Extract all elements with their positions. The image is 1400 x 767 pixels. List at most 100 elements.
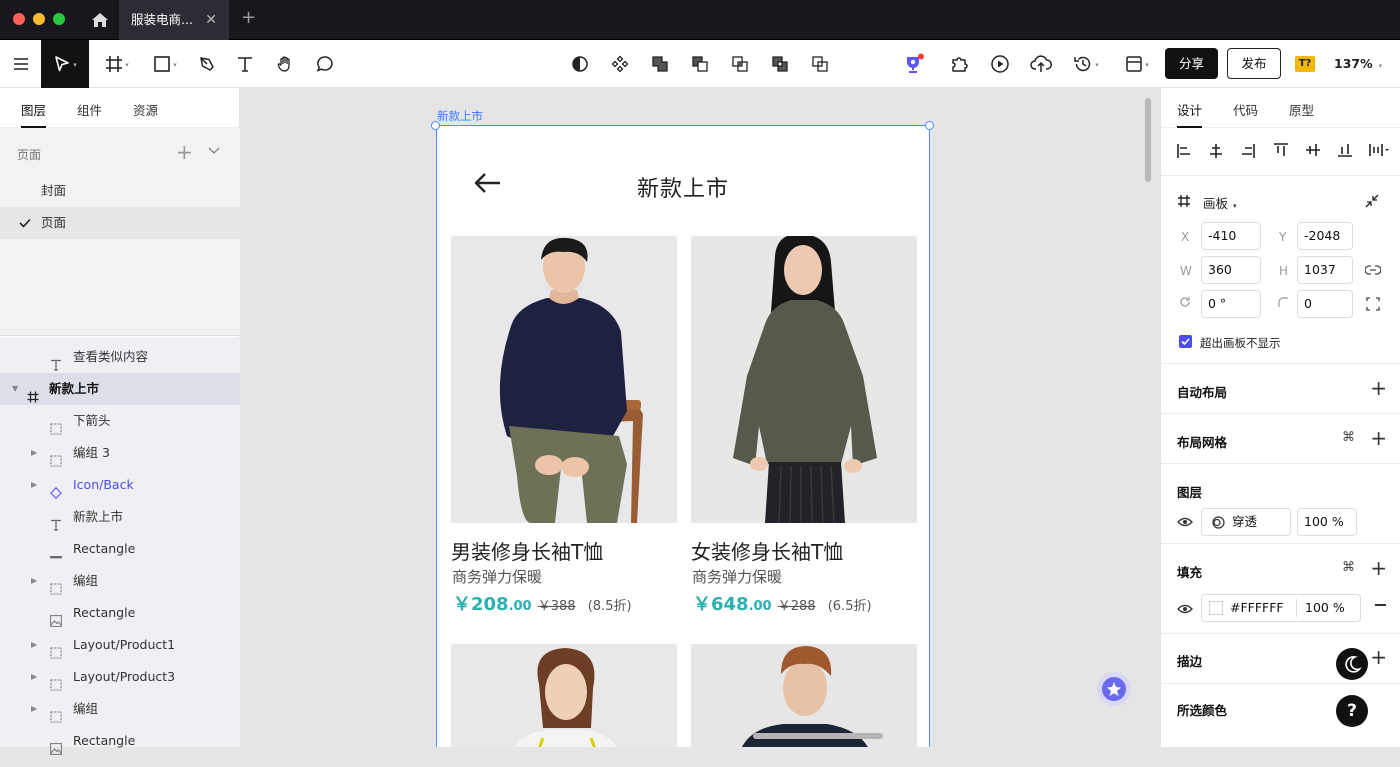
y-input[interactable]: -2048 <box>1297 222 1353 250</box>
flatten-button[interactable] <box>809 40 831 88</box>
add-stroke-icon[interactable]: + <box>1370 647 1387 667</box>
document-tab[interactable]: 服装电商... ✕ <box>119 0 229 40</box>
layer-opacity-input[interactable]: 100 % <box>1297 508 1357 536</box>
clip-content-checkbox[interactable] <box>1179 335 1192 348</box>
new-tab-icon[interactable]: + <box>241 7 256 28</box>
layer-row[interactable]: Rectangle <box>0 725 240 757</box>
tab-layers[interactable]: 图层 <box>21 100 47 128</box>
layer-row[interactable]: Rectangle <box>0 533 240 565</box>
add-auto-layout-icon[interactable]: + <box>1370 378 1387 398</box>
align-left-icon[interactable] <box>1177 143 1191 159</box>
layer-row[interactable]: ▼ 新款上市 <box>0 373 240 405</box>
home-icon[interactable] <box>90 10 110 30</box>
layout-view-button[interactable]: ▾ <box>1120 40 1154 88</box>
layer-row[interactable]: 下箭头 <box>0 405 240 437</box>
tab-design[interactable]: 设计 <box>1177 100 1203 128</box>
plugins-button[interactable] <box>949 40 971 88</box>
boolean-subtract-button[interactable] <box>689 40 711 88</box>
resize-handle[interactable] <box>431 121 440 130</box>
resize-handle[interactable] <box>925 121 934 130</box>
upload-button[interactable] <box>1029 40 1053 88</box>
corner-radius-input[interactable]: 0 <box>1297 290 1353 318</box>
comment-tool-button[interactable] <box>314 40 336 88</box>
frame-tool-button[interactable]: ▾ <box>100 40 134 88</box>
boolean-exclude-button[interactable] <box>769 40 791 88</box>
blend-mode-select[interactable]: 穿透 <box>1201 508 1291 536</box>
pen-tool-button[interactable] <box>196 40 218 88</box>
add-fill-icon[interactable]: + <box>1370 558 1387 578</box>
publish-button[interactable]: 发布 <box>1227 48 1281 79</box>
layer-row[interactable]: 新款上市 <box>0 501 240 533</box>
rotation-input[interactable]: 0 ° <box>1201 290 1261 318</box>
collapse-pages-icon[interactable] <box>208 144 220 158</box>
page-item-page[interactable]: 页面 <box>0 207 240 239</box>
trophy-button[interactable] <box>900 40 926 88</box>
fill-styles-icon[interactable]: ⌘ <box>1342 560 1355 575</box>
hand-tool-button[interactable] <box>274 40 296 88</box>
eye-icon[interactable] <box>1177 604 1193 614</box>
add-page-icon[interactable]: + <box>176 140 193 164</box>
align-center-horizontal-icon[interactable] <box>1209 143 1223 159</box>
add-layout-grid-icon[interactable]: + <box>1370 428 1387 448</box>
shape-tool-button[interactable]: ▾ <box>148 40 182 88</box>
minimize-window-button[interactable] <box>33 13 45 25</box>
fill-color-input[interactable]: #FFFFFF 100 % <box>1201 594 1361 622</box>
align-top-icon[interactable] <box>1273 143 1289 157</box>
plugin-badge[interactable]: T? <box>1295 56 1315 72</box>
layer-row[interactable]: Rectangle <box>0 597 240 629</box>
align-bottom-icon[interactable] <box>1337 143 1353 157</box>
height-input[interactable]: 1037 <box>1297 256 1353 284</box>
tab-components[interactable]: 组件 <box>77 100 102 119</box>
close-tab-icon[interactable]: ✕ <box>205 0 217 40</box>
design-canvas[interactable]: 新款上市 新款上市 男装修身长袖T恤 商务弹力保暖 ￥208.00 ￥388 (… <box>240 88 1160 747</box>
expand-arrow-icon[interactable]: ▶ <box>31 437 37 469</box>
layer-row[interactable]: ▶ 编组 3 <box>0 437 240 469</box>
vertical-scrollbar[interactable] <box>1145 98 1151 182</box>
help-button[interactable]: ? <box>1336 695 1368 727</box>
align-center-vertical-icon[interactable] <box>1305 143 1321 157</box>
layer-row[interactable]: 查看类似内容 <box>0 341 240 373</box>
layer-row[interactable]: ▶ Layout/Product1 <box>0 629 240 661</box>
layer-row[interactable]: ▶ 编组 <box>0 565 240 597</box>
dark-mode-toggle[interactable] <box>1336 648 1368 680</box>
independent-corners-icon[interactable] <box>1366 297 1380 311</box>
expand-arrow-icon[interactable]: ▼ <box>12 373 18 405</box>
grid-styles-icon[interactable]: ⌘ <box>1342 430 1355 445</box>
close-window-button[interactable] <box>13 13 25 25</box>
width-input[interactable]: 360 <box>1201 256 1261 284</box>
mask-button[interactable] <box>569 40 591 88</box>
layer-row[interactable]: ▶ Icon/Back <box>0 469 240 501</box>
expand-arrow-icon[interactable]: ▶ <box>31 469 37 501</box>
frame-type-dropdown[interactable]: 画板 ▾ <box>1203 193 1237 212</box>
collapse-arrows-icon[interactable] <box>1365 194 1379 208</box>
layer-row[interactable]: ▶ 编组 <box>0 693 240 725</box>
maximize-window-button[interactable] <box>53 13 65 25</box>
share-button[interactable]: 分享 <box>1165 48 1218 79</box>
component-button[interactable] <box>609 40 631 88</box>
text-tool-button[interactable] <box>234 40 256 88</box>
expand-arrow-icon[interactable]: ▶ <box>31 693 37 725</box>
color-swatch[interactable] <box>1209 601 1223 615</box>
layer-row[interactable]: ▶ Layout/Product3 <box>0 661 240 693</box>
remove-fill-icon[interactable] <box>1375 604 1386 606</box>
artboard-new-arrivals[interactable]: 新款上市 男装修身长袖T恤 商务弹力保暖 ￥208.00 ￥388 (8.5折)… <box>436 125 930 747</box>
history-button[interactable]: ▾ <box>1069 40 1103 88</box>
distribute-icon[interactable] <box>1369 143 1389 157</box>
horizontal-scrollbar[interactable] <box>753 733 883 739</box>
zoom-level[interactable]: 137% ▾ <box>1334 40 1382 88</box>
expand-arrow-icon[interactable]: ▶ <box>31 629 37 661</box>
move-tool-button[interactable]: ▾ <box>41 40 89 88</box>
boolean-intersect-button[interactable] <box>729 40 751 88</box>
menu-icon[interactable] <box>0 40 41 88</box>
frame-name-label[interactable]: 新款上市 <box>437 108 483 124</box>
eye-icon[interactable] <box>1177 517 1193 527</box>
tab-code[interactable]: 代码 <box>1233 100 1258 119</box>
expand-arrow-icon[interactable]: ▶ <box>31 565 37 597</box>
ai-assistant-button[interactable] <box>1097 672 1131 706</box>
tab-prototype[interactable]: 原型 <box>1289 100 1314 119</box>
constrain-proportions-icon[interactable] <box>1365 264 1381 276</box>
preview-button[interactable] <box>989 40 1011 88</box>
tab-assets[interactable]: 资源 <box>133 100 158 119</box>
boolean-union-button[interactable] <box>649 40 671 88</box>
expand-arrow-icon[interactable]: ▶ <box>31 661 37 693</box>
